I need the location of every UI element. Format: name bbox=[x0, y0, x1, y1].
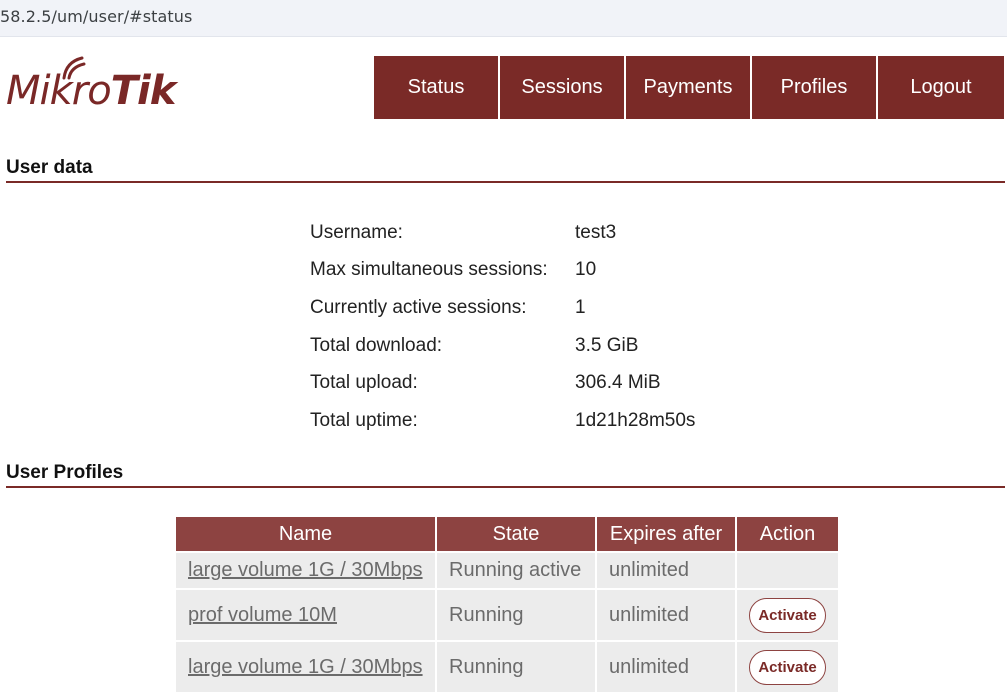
profile-state-cell: Running bbox=[437, 590, 595, 640]
column-header-name: Name bbox=[176, 517, 435, 551]
nav-status-button[interactable]: Status bbox=[374, 56, 498, 119]
url-text[interactable]: 58.2.5/um/user/#status bbox=[0, 7, 192, 26]
user-data-key: Total uptime: bbox=[310, 409, 418, 431]
profile-state-cell: Running bbox=[437, 642, 595, 692]
profile-name-link[interactable]: large volume 1G / 30Mbps bbox=[188, 559, 423, 581]
user-data-heading: User data bbox=[6, 157, 93, 178]
nav-sessions-button[interactable]: Sessions bbox=[500, 56, 624, 119]
profile-state-cell: Running active bbox=[437, 553, 595, 588]
profile-name-link[interactable]: prof volume 10M bbox=[188, 604, 337, 626]
address-bar[interactable]: 58.2.5/um/user/#status bbox=[0, 0, 1007, 37]
user-data-key: Total upload: bbox=[310, 372, 418, 394]
profile-name-cell: prof volume 10M bbox=[176, 590, 435, 640]
table-row: large volume 1G / 30Mbps Running active … bbox=[176, 553, 838, 588]
table-row: large volume 1G / 30Mbps Running unlimit… bbox=[176, 642, 838, 692]
user-data-value: 3.5 GiB bbox=[575, 334, 639, 356]
user-data-value: 1 bbox=[575, 296, 586, 318]
user-data-key: Max simultaneous sessions: bbox=[310, 259, 548, 281]
profile-action-cell bbox=[737, 553, 838, 588]
user-data-row-uptime: Total uptime: 1d21h28m50s bbox=[310, 402, 695, 440]
nav-profiles-button[interactable]: Profiles bbox=[752, 56, 876, 119]
column-header-state: State bbox=[437, 517, 595, 551]
user-data-value: 306.4 MiB bbox=[575, 372, 661, 394]
profile-name-link[interactable]: large volume 1G / 30Mbps bbox=[188, 656, 423, 678]
table-header-row: Name State Expires after Action bbox=[176, 517, 838, 551]
user-data-value: test3 bbox=[575, 221, 617, 243]
user-profiles-divider bbox=[6, 486, 1005, 488]
profile-expires-cell: unlimited bbox=[597, 642, 735, 692]
nav-payments-button[interactable]: Payments bbox=[626, 56, 750, 119]
user-data-row-active-sessions: Currently active sessions: 1 bbox=[310, 289, 695, 327]
user-data-key: Total download: bbox=[310, 334, 443, 356]
user-profiles-heading: User Profiles bbox=[6, 462, 124, 483]
column-header-expires: Expires after bbox=[597, 517, 735, 551]
mikrotik-logo: MikroTik bbox=[4, 56, 236, 116]
user-data-row-max-sessions: Max simultaneous sessions: 10 bbox=[310, 252, 695, 290]
nav-logout-button[interactable]: Logout bbox=[878, 56, 1004, 119]
logo-text-heavy: Tik bbox=[110, 68, 177, 114]
user-data-divider bbox=[6, 181, 1005, 183]
activate-button[interactable]: Activate bbox=[749, 649, 826, 685]
user-data-row-upload: Total upload: 306.4 MiB bbox=[310, 364, 695, 402]
column-header-action: Action bbox=[737, 517, 838, 551]
user-data-key: Username: bbox=[310, 221, 403, 243]
table-row: prof volume 10M Running unlimited Activa… bbox=[176, 590, 838, 640]
user-profiles-table: Name State Expires after Action large vo… bbox=[174, 515, 840, 694]
profile-name-cell: large volume 1G / 30Mbps bbox=[176, 642, 435, 692]
profile-action-cell: Activate bbox=[737, 642, 838, 692]
user-data-row-username: Username: test3 bbox=[310, 214, 695, 252]
user-data-list: Username: test3 Max simultaneous session… bbox=[310, 214, 695, 440]
user-data-value: 10 bbox=[575, 259, 597, 281]
profile-name-cell: large volume 1G / 30Mbps bbox=[176, 553, 435, 588]
profile-expires-cell: unlimited bbox=[597, 590, 735, 640]
profile-action-cell: Activate bbox=[737, 590, 838, 640]
user-data-key: Currently active sessions: bbox=[310, 296, 527, 318]
user-data-row-download: Total download: 3.5 GiB bbox=[310, 327, 695, 365]
logo-text-light: Mikro bbox=[6, 68, 112, 114]
user-data-value: 1d21h28m50s bbox=[575, 409, 696, 431]
activate-button[interactable]: Activate bbox=[749, 597, 826, 633]
logo-text: MikroTik bbox=[6, 68, 177, 114]
main-nav: Status Sessions Payments Profiles Logout bbox=[374, 56, 1004, 119]
profile-expires-cell: unlimited bbox=[597, 553, 735, 588]
